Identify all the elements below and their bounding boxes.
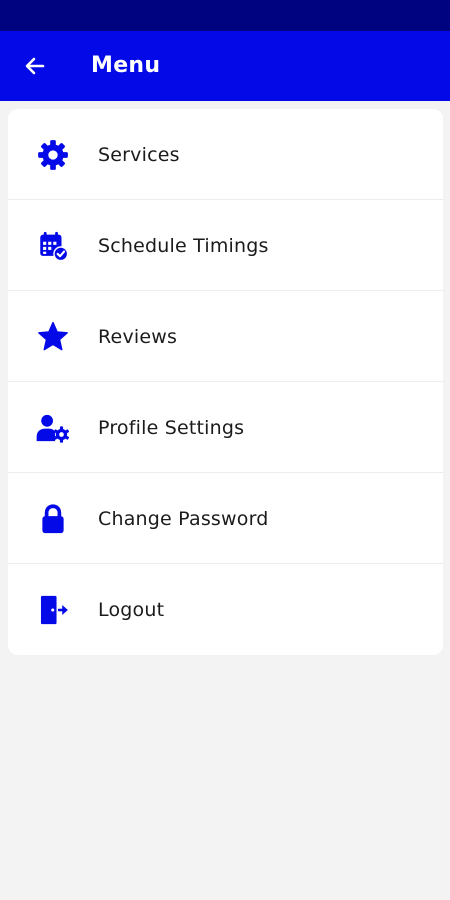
menu-item-reviews[interactable]: Reviews: [8, 291, 443, 382]
user-gear-icon: [32, 407, 74, 449]
gear-icon: [32, 134, 74, 176]
status-bar: [0, 0, 450, 31]
menu-item-label: Profile Settings: [98, 417, 245, 439]
menu-item-schedule-timings[interactable]: Schedule Timings: [8, 200, 443, 291]
lock-icon: [32, 498, 74, 540]
menu-item-logout[interactable]: Logout: [8, 564, 443, 655]
menu-item-label: Schedule Timings: [98, 235, 269, 257]
star-icon: [32, 316, 74, 358]
menu-card: Services Schedule Timings Reviews Profil…: [8, 109, 443, 655]
menu-item-label: Services: [98, 144, 180, 166]
menu-item-change-password[interactable]: Change Password: [8, 473, 443, 564]
calendar-check-icon: [32, 225, 74, 267]
back-button[interactable]: [14, 48, 56, 84]
menu-item-label: Change Password: [98, 508, 269, 530]
door-exit-icon: [32, 589, 74, 631]
arrow-left-icon: [23, 54, 47, 78]
app-bar: Menu: [0, 31, 450, 101]
menu-item-profile-settings[interactable]: Profile Settings: [8, 382, 443, 473]
menu-item-label: Logout: [98, 599, 165, 621]
page-title: Menu: [91, 53, 161, 78]
menu-item-services[interactable]: Services: [8, 109, 443, 200]
menu-item-label: Reviews: [98, 326, 178, 348]
